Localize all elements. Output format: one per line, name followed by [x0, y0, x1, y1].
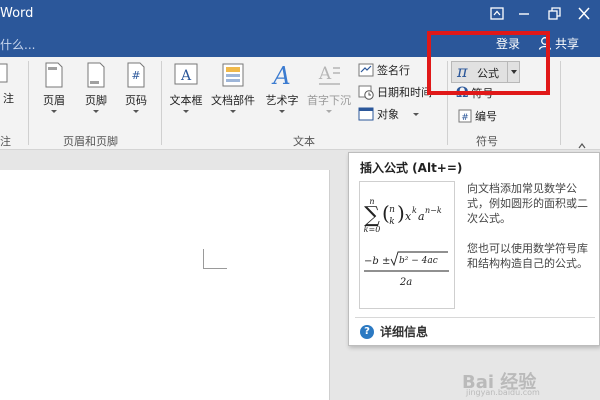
quick-parts-button[interactable]: 文档部件: [208, 61, 258, 113]
object-dropdown-arrow[interactable]: [413, 112, 419, 116]
textbox-label: 文本框: [169, 94, 203, 107]
wordart-button[interactable]: A 艺术字: [262, 61, 302, 113]
svg-text:x: x: [405, 210, 412, 223]
numbering-label: 编号: [475, 110, 497, 123]
date-time-label: 日期和时间: [377, 86, 432, 99]
group-divider: [161, 61, 162, 145]
object-icon: [358, 107, 374, 121]
close-icon: [578, 7, 590, 20]
drop-cap-icon: A: [318, 64, 340, 85]
tooltip-desc-2: 您也可以使用数学符号库和结构构造自己的公式。: [467, 242, 588, 270]
help-icon: ?: [360, 324, 374, 339]
app-title: Word: [0, 6, 34, 21]
numbering-icon: #: [458, 109, 472, 123]
wordart-icon: A: [271, 62, 290, 89]
watermark-logo: Bai 经验 jingyan.baidu.com: [462, 368, 540, 397]
group-divider: [28, 61, 29, 145]
header-icon: [45, 62, 63, 88]
highlight-box: [427, 31, 550, 95]
restore-icon: [548, 7, 561, 20]
svg-text:k=0: k=0: [364, 225, 381, 234]
object-button[interactable]: 对象: [358, 105, 419, 123]
svg-text:k: k: [412, 206, 417, 215]
svg-text:#: #: [461, 113, 469, 123]
comment-label: 注: [3, 92, 14, 105]
svg-text:A: A: [318, 64, 332, 84]
svg-text:2a: 2a: [399, 277, 412, 288]
header-button[interactable]: 页眉: [36, 61, 72, 113]
date-time-button[interactable]: 日期和时间: [358, 83, 432, 101]
drop-cap-label: 首字下沉: [307, 94, 351, 107]
group-label-header-footer: 页眉和页脚: [63, 135, 118, 148]
svg-text:n: n: [389, 205, 395, 215]
title-bar: Word: [0, 0, 600, 30]
more-info-label: 详细信息: [380, 325, 429, 339]
signature-line-button[interactable]: 签名行: [358, 61, 410, 79]
footer-label: 页脚: [85, 94, 107, 107]
svg-text:a: a: [418, 210, 425, 223]
quick-parts-label: 文档部件: [211, 94, 255, 107]
chevron-up-icon: [578, 143, 586, 149]
group-label-comments: 注: [0, 135, 11, 148]
tooltip-divider: [355, 317, 595, 318]
ribbon-display-options-button[interactable]: [485, 3, 509, 25]
svg-text:n−k: n−k: [425, 206, 442, 215]
footer-icon: [87, 62, 105, 88]
close-button[interactable]: [572, 3, 596, 25]
quick-parts-icon: [222, 63, 244, 87]
svg-text:): ): [397, 201, 405, 225]
signature-line-label: 签名行: [377, 64, 410, 77]
tell-me-input[interactable]: 什么...: [0, 36, 35, 53]
svg-text:#: #: [131, 69, 140, 82]
page-number-label: 页码: [125, 94, 147, 107]
word-window: Word 什么... 登录 共享 注 注 页眉 页脚 # 页码 页眉和页脚 A …: [0, 0, 600, 400]
restore-button[interactable]: [542, 3, 566, 25]
minimize-button[interactable]: [512, 3, 536, 25]
date-time-icon: [358, 85, 374, 100]
formula-tooltip: 插入公式 (Alt+=) n ∑ k=0 ( n k ) x k a n−k −…: [348, 152, 600, 346]
drop-cap-button[interactable]: A 首字下沉: [304, 61, 354, 113]
svg-text:k: k: [389, 217, 394, 227]
collapse-ribbon-button[interactable]: [578, 135, 586, 149]
footer-button[interactable]: 页脚: [78, 61, 114, 113]
comment-icon: [0, 63, 8, 83]
page-number-icon: #: [127, 62, 145, 88]
signature-line-icon: [358, 63, 374, 77]
group-divider: [560, 61, 561, 145]
tooltip-title: 插入公式 (Alt+=): [360, 161, 463, 175]
formula-preview-image: n ∑ k=0 ( n k ) x k a n−k −b ± b² − 4ac …: [359, 181, 455, 309]
group-label-symbols: 符号: [476, 135, 498, 148]
svg-text:b² − 4ac: b² − 4ac: [399, 256, 438, 266]
share-label: 共享: [555, 37, 580, 51]
page-number-button[interactable]: # 页码: [118, 61, 154, 113]
wordart-label: 艺术字: [265, 94, 299, 107]
ribbon-display-icon: [490, 7, 504, 20]
margin-corner-mark: [203, 249, 227, 269]
document-page[interactable]: [0, 170, 330, 400]
tooltip-more-info-link[interactable]: ? 详细信息: [360, 323, 428, 340]
tooltip-desc-1: 向文档添加常见数学公式，例如圆形的面积或二次公式。: [467, 182, 588, 225]
formula-preview-svg: n ∑ k=0 ( n k ) x k a n−k −b ± b² − 4ac …: [364, 197, 449, 288]
object-label: 对象: [377, 108, 399, 121]
group-label-text: 文本: [293, 135, 315, 148]
svg-text:−b ±: −b ±: [364, 256, 390, 267]
header-label: 页眉: [43, 94, 65, 107]
svg-text:A: A: [271, 62, 290, 89]
svg-text:A: A: [180, 68, 192, 84]
textbox-button[interactable]: A 文本框: [166, 61, 206, 113]
textbox-icon: A: [174, 63, 198, 85]
numbering-button[interactable]: # 编号: [458, 107, 497, 125]
tooltip-description: 向文档添加常见数学公式，例如圆形的面积或二次公式。 您也可以使用数学符号库和结构…: [467, 181, 595, 271]
minimize-icon: [519, 13, 529, 15]
watermark-sub: jingyan.baidu.com: [466, 388, 540, 397]
comment-button[interactable]: 注: [0, 61, 14, 106]
